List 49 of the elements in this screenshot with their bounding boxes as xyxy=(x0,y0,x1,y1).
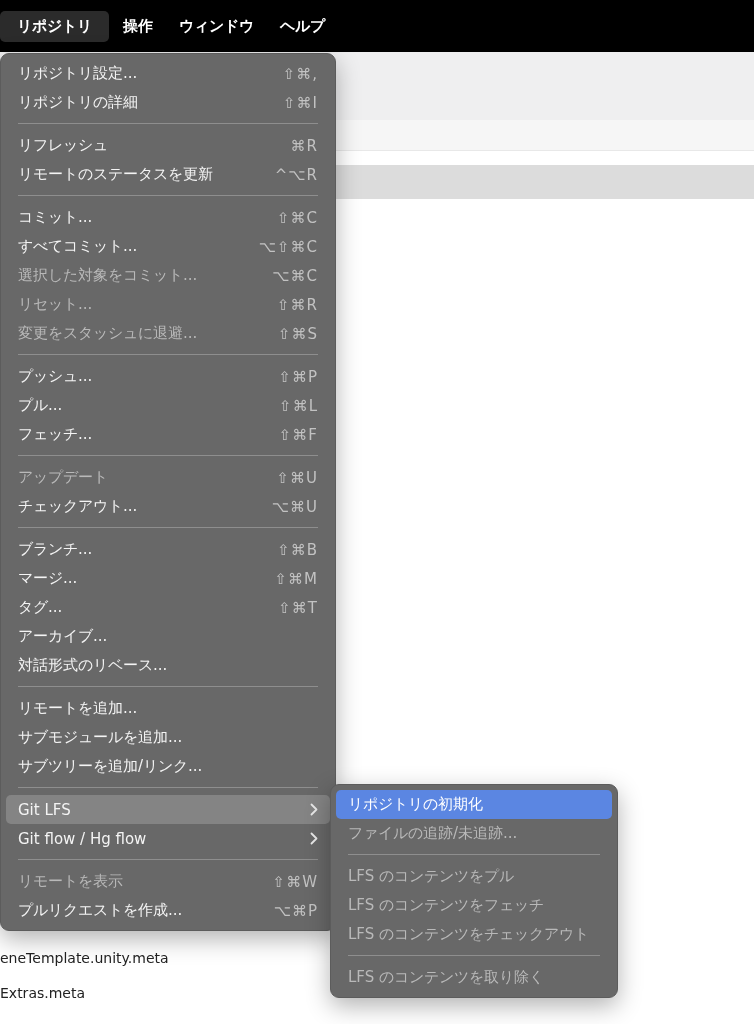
menu-item[interactable]: プルリクエストを作成... ⌥⌘P xyxy=(6,896,330,925)
menu-item[interactable]: リモートのステータスを更新 ^⌥R xyxy=(6,160,330,189)
shortcut-label: ⌘R xyxy=(290,136,318,155)
menu-bar-item[interactable]: リポジトリ xyxy=(0,10,109,42)
shortcut-label: ⇧⌘L xyxy=(279,396,318,415)
menu-item[interactable]: プル... ⇧⌘L xyxy=(6,391,330,420)
shortcut-label: ⇧⌘F xyxy=(278,425,318,444)
menu-item[interactable]: ブランチ... ⇧⌘B xyxy=(6,535,330,564)
menu-item[interactable]: アーカイブ... xyxy=(6,622,330,651)
chevron-right-icon xyxy=(310,832,318,845)
shortcut-label: ⇧⌘S xyxy=(277,324,318,343)
shortcut-label: ⌥⌘U xyxy=(271,497,318,516)
menu-bar-item[interactable]: 操作 xyxy=(113,10,163,42)
menu-item[interactable]: リポジトリ設定... ⇧⌘, xyxy=(6,59,330,88)
menu-item[interactable]: プッシュ... ⇧⌘P xyxy=(6,362,330,391)
shortcut-label: ^⌥R xyxy=(274,165,318,184)
shortcut-label: ⇧⌘W xyxy=(272,872,318,891)
menu-item[interactable]: タグ... ⇧⌘T xyxy=(6,593,330,622)
menu-item[interactable]: すべてコミット... ⌥⇧⌘C xyxy=(6,232,330,261)
menu-item[interactable]: リモートを追加... xyxy=(6,694,330,723)
shortcut-label: ⌥⇧⌘C xyxy=(258,237,318,256)
menu-item[interactable]: リポジトリの詳細 ⇧⌘I xyxy=(6,88,330,117)
menu-item[interactable]: 対話形式のリベース... xyxy=(6,651,330,680)
shortcut-label: ⇧⌘T xyxy=(278,598,318,617)
shortcut-label: ⇧⌘I xyxy=(283,93,318,112)
menu-item[interactable]: リフレッシュ ⌘R xyxy=(6,131,330,160)
menu-item[interactable]: リポジトリの初期化 xyxy=(336,790,612,819)
menu-item[interactable]: サブモジュールを追加... xyxy=(6,723,330,752)
file-name[interactable]: eneTemplate.unity.meta xyxy=(0,949,169,968)
shortcut-label: ⇧⌘C xyxy=(276,208,318,227)
shortcut-label: ⇧⌘P xyxy=(278,367,318,386)
menu-item[interactable]: コミット... ⇧⌘C xyxy=(6,203,330,232)
menu-item[interactable]: マージ... ⇧⌘M xyxy=(6,564,330,593)
menu-item[interactable]: フェッチ... ⇧⌘F xyxy=(6,420,330,449)
shortcut-label: ⇧⌘U xyxy=(276,468,318,487)
shortcut-label: ⌥⌘C xyxy=(272,266,318,285)
shortcut-label: ⇧⌘, xyxy=(282,64,318,83)
shortcut-label: ⇧⌘R xyxy=(277,295,318,314)
menu-item[interactable]: チェックアウト... ⌥⌘U xyxy=(6,492,330,521)
shortcut-label: ⇧⌘B xyxy=(277,540,318,559)
shortcut-label: ⌥⌘P xyxy=(273,901,318,920)
menu-bar-item[interactable]: ウィンドウ xyxy=(169,10,264,42)
menu-item[interactable]: Git LFS xyxy=(6,795,330,824)
menu-item[interactable]: サブツリーを追加/リンク... xyxy=(6,752,330,781)
menu-bar-item[interactable]: ヘルプ xyxy=(270,10,335,42)
menu-item[interactable]: Git flow / Hg flow xyxy=(6,824,330,853)
shortcut-label: ⇧⌘M xyxy=(274,569,318,588)
chevron-right-icon xyxy=(310,803,318,816)
file-name[interactable]: Extras.meta xyxy=(0,984,86,1003)
